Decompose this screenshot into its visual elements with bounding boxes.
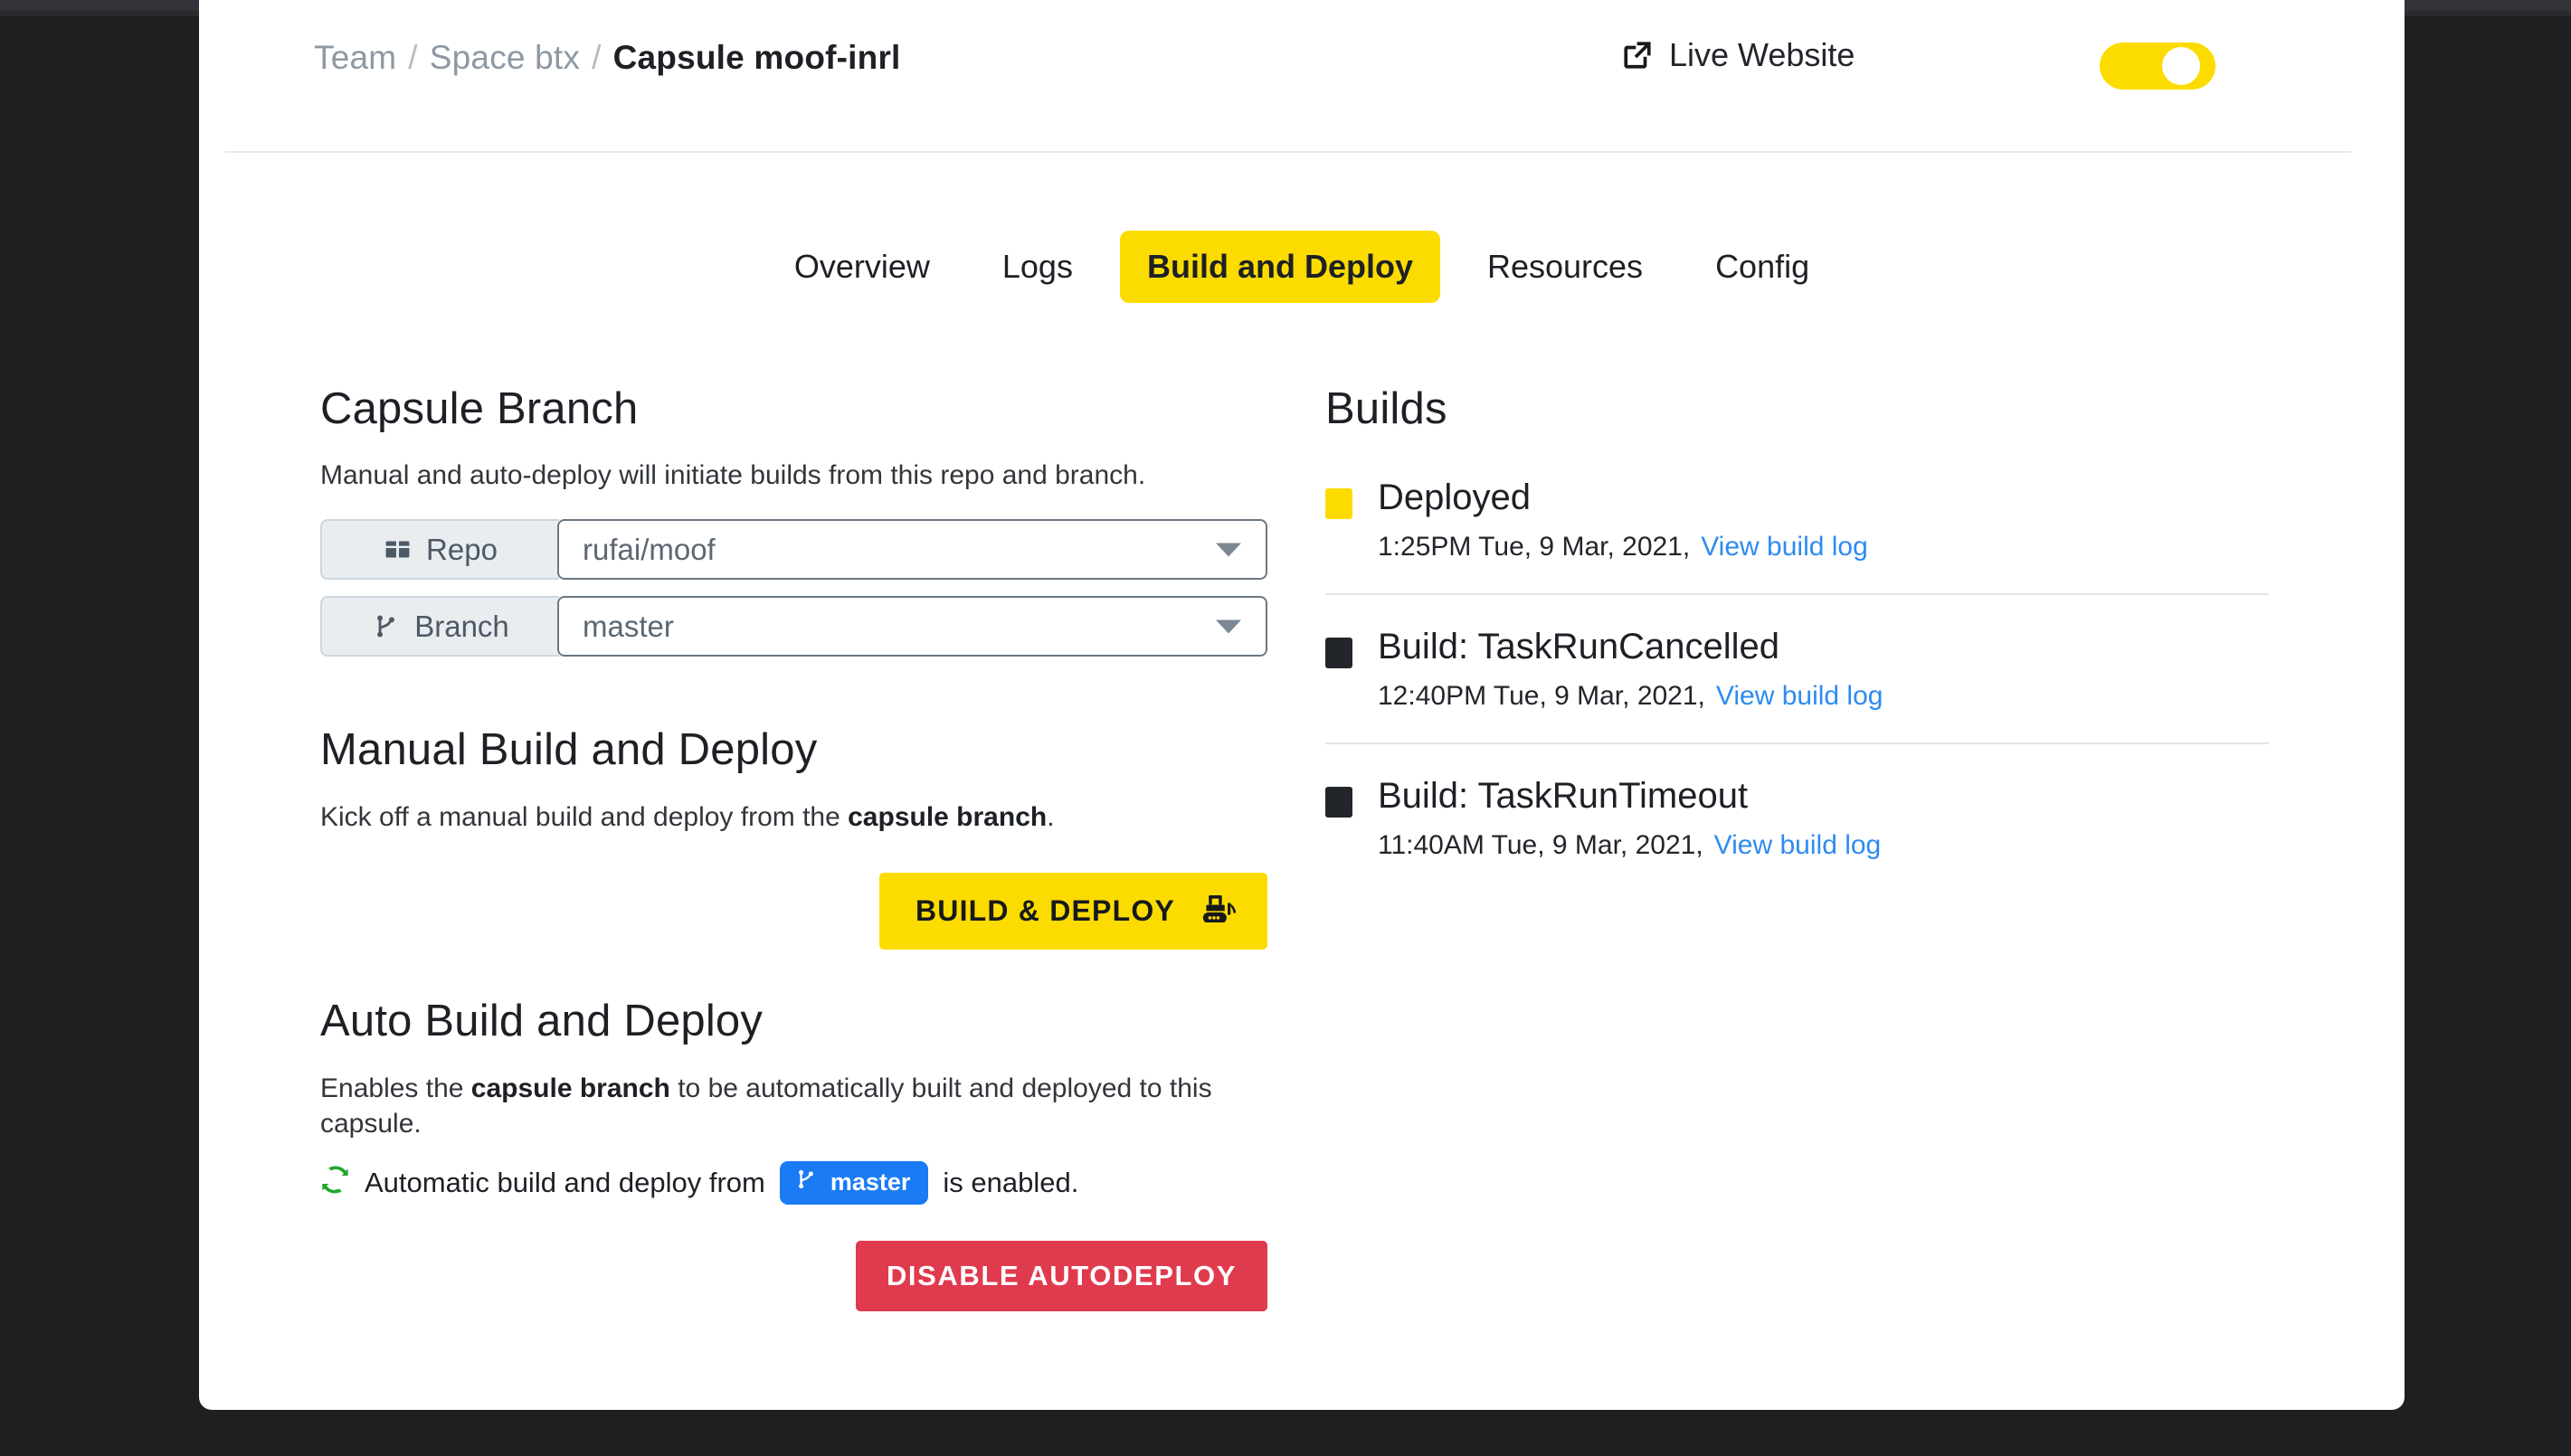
manual-build-description: Kick off a manual build and deploy from … xyxy=(320,799,1288,835)
auto-build-description-bold: capsule branch xyxy=(470,1073,670,1103)
right-column: Builds Deployed 1:25PM Tue, 9 Mar, 2021,… xyxy=(1325,387,2302,892)
sync-refresh-icon xyxy=(320,1165,350,1202)
page-card: Team / Space btx / Capsule moof-inrl Live We… xyxy=(199,0,2405,1410)
build-timestamp: 1:25PM Tue, 9 Mar, 2021, xyxy=(1378,532,1691,562)
bulldozer-icon xyxy=(1199,893,1237,930)
branch-badge: master xyxy=(779,1161,929,1205)
build-status-label: Build: TaskRunTimeout xyxy=(1378,776,1749,816)
disable-autodeploy-button-label: DISABLE AUTODEPLOY xyxy=(886,1260,1237,1291)
capsule-branch-description: Manual and auto-deploy will initiate bui… xyxy=(320,460,1146,490)
repo-field-label: Repo xyxy=(426,532,498,566)
breadcrumb-separator: / xyxy=(408,39,418,76)
live-website-toggle[interactable] xyxy=(2100,43,2215,90)
manual-build-description-bold: capsule branch xyxy=(848,802,1048,832)
build-meta: 12:40PM Tue, 9 Mar, 2021, View build log xyxy=(1378,681,1883,712)
manual-build-button-row: BUILD & DEPLOY xyxy=(320,873,1267,950)
breadcrumb-space[interactable]: Space btx xyxy=(430,39,580,76)
external-link-icon xyxy=(1622,40,1653,71)
disable-autodeploy-button[interactable]: DISABLE AUTODEPLOY xyxy=(855,1241,1267,1311)
autodeploy-status-suffix: is enabled. xyxy=(943,1167,1079,1198)
branch-field-row: Branch master xyxy=(320,596,1267,657)
build-list-item[interactable]: Deployed 1:25PM Tue, 9 Mar, 2021, View bu… xyxy=(1325,478,2302,593)
build-and-deploy-button[interactable]: BUILD & DEPLOY xyxy=(878,873,1267,950)
branch-field-label-group: Branch xyxy=(320,596,559,657)
live-website-label: Live Website xyxy=(1669,36,1855,73)
breadcrumb-capsule: Capsule moof-inrl xyxy=(612,39,901,76)
header-divider xyxy=(225,151,2351,153)
repo-select-value: rufai/moof xyxy=(583,532,716,566)
view-build-log-link[interactable]: View build log xyxy=(1701,532,1868,562)
tab-resources[interactable]: Resources xyxy=(1462,234,1668,299)
manual-build-description-suffix: . xyxy=(1047,802,1055,832)
build-timestamp: 11:40AM Tue, 9 Mar, 2021, xyxy=(1378,830,1703,860)
tab-overview[interactable]: Overview xyxy=(769,234,955,299)
build-meta: 1:25PM Tue, 9 Mar, 2021, View build log xyxy=(1378,532,1868,563)
branch-badge-label: master xyxy=(830,1168,911,1196)
git-branch-icon xyxy=(794,1168,818,1197)
build-list-item[interactable]: Build: TaskRunCancelled 12:40PM Tue, 9 M… xyxy=(1325,628,2302,742)
auto-build-description-prefix: Enables the xyxy=(320,1073,471,1103)
build-timestamp: 12:40PM Tue, 9 Mar, 2021, xyxy=(1378,681,1705,711)
branch-select[interactable]: master xyxy=(557,596,1267,657)
build-meta: 11:40AM Tue, 9 Mar, 2021, View build log xyxy=(1378,830,1881,861)
repo-field-label-group: Repo xyxy=(320,519,559,580)
toggle-knob xyxy=(2162,47,2200,85)
manual-build-title: Manual Build and Deploy xyxy=(320,725,818,774)
build-list-separator xyxy=(1325,593,2269,595)
body-grid: Capsule Branch Manual and auto-deploy wi… xyxy=(199,387,2405,1382)
repo-field-row: Repo rufai/moof xyxy=(320,519,1267,580)
capsule-branch-title: Capsule Branch xyxy=(320,384,639,433)
build-status-marker xyxy=(1325,488,1352,519)
autodeploy-status-line: Automatic build and deploy from master i… xyxy=(320,1161,1288,1205)
tab-navigation: Overview Logs Build and Deploy Resources… xyxy=(199,231,2405,303)
breadcrumb-separator: / xyxy=(592,39,602,76)
build-status-label: Build: TaskRunCancelled xyxy=(1378,627,1779,667)
app-viewport: Team / Space btx / Capsule moof-inrl Live We… xyxy=(0,0,2571,1456)
repo-select[interactable]: rufai/moof xyxy=(557,519,1267,580)
chevron-down-icon xyxy=(1216,543,1241,556)
breadcrumb-team[interactable]: Team xyxy=(314,39,396,76)
view-build-log-link[interactable]: View build log xyxy=(1714,830,1882,860)
branch-select-value: master xyxy=(583,609,674,643)
branch-field-label: Branch xyxy=(414,609,509,643)
repo-box-icon xyxy=(384,535,412,563)
auto-build-title: Auto Build and Deploy xyxy=(320,997,764,1045)
auto-build-description: Enables the capsule branch to be automat… xyxy=(320,1071,1288,1141)
tab-logs[interactable]: Logs xyxy=(977,234,1098,299)
autodeploy-status-prefix: Automatic build and deploy from xyxy=(365,1167,765,1198)
manual-build-section: Manual Build and Deploy Kick off a manua… xyxy=(320,728,1288,950)
git-branch-icon xyxy=(372,612,400,640)
capsule-branch-section: Capsule Branch Manual and auto-deploy wi… xyxy=(320,387,1288,657)
app-header: Team / Space btx / Capsule moof-inrl Live We… xyxy=(199,0,2405,153)
build-list-separator xyxy=(1325,742,2269,744)
tab-config[interactable]: Config xyxy=(1690,234,1835,299)
view-build-log-link[interactable]: View build log xyxy=(1716,681,1883,711)
build-status-label: Deployed xyxy=(1378,477,1532,517)
auto-build-button-row: DISABLE AUTODEPLOY xyxy=(320,1241,1267,1311)
live-website-link[interactable]: Live Website xyxy=(1622,36,1855,74)
chevron-down-icon xyxy=(1216,619,1241,633)
auto-build-section: Auto Build and Deploy Enables the capsul… xyxy=(320,999,1288,1311)
build-status-marker xyxy=(1325,638,1352,668)
builds-title: Builds xyxy=(1325,384,1447,433)
build-list-item[interactable]: Build: TaskRunTimeout 11:40AM Tue, 9 Mar… xyxy=(1325,777,2302,892)
build-status-marker xyxy=(1325,787,1352,818)
build-item-content: Deployed 1:25PM Tue, 9 Mar, 2021, View bu… xyxy=(1378,478,1868,563)
builds-list: Deployed 1:25PM Tue, 9 Mar, 2021, View bu… xyxy=(1325,478,2302,892)
manual-build-description-prefix: Kick off a manual build and deploy from … xyxy=(320,802,849,832)
build-item-content: Build: TaskRunTimeout 11:40AM Tue, 9 Mar… xyxy=(1378,777,1881,861)
tab-build-and-deploy[interactable]: Build and Deploy xyxy=(1119,231,1440,303)
left-column: Capsule Branch Manual and auto-deploy wi… xyxy=(320,387,1288,1311)
breadcrumb: Team / Space btx / Capsule moof-inrl xyxy=(314,39,901,77)
build-item-content: Build: TaskRunCancelled 12:40PM Tue, 9 M… xyxy=(1378,628,1883,712)
build-and-deploy-button-label: BUILD & DEPLOY xyxy=(915,894,1175,927)
